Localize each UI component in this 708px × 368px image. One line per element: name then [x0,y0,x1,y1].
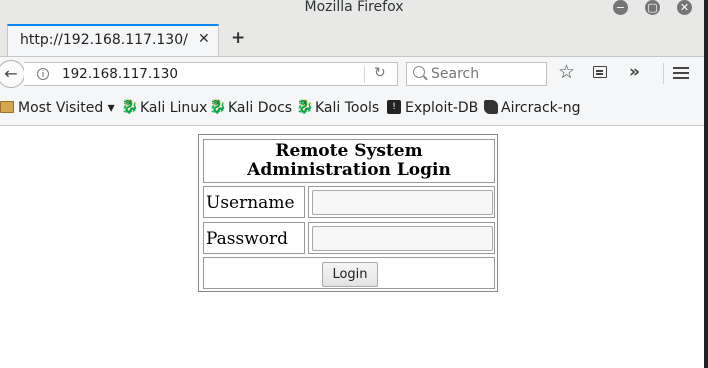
search-input[interactable]: Search [406,62,547,86]
aircrack-icon [484,100,498,114]
password-field-cell [308,222,495,254]
username-field[interactable] [312,190,493,215]
overflow-icon[interactable]: » [629,62,640,82]
toolbar-divider [663,63,664,84]
url-divider [364,66,365,83]
window-title: Mozilla Firefox [304,0,404,15]
bookmark-star-icon[interactable]: ☆ [558,61,575,83]
folder-icon [0,101,14,113]
minimize-icon[interactable]: − [613,0,628,15]
login-heading: Remote System Administration Login [203,139,495,183]
url-bar[interactable]: i 192.168.117.130 ↻ [24,62,398,86]
search-icon [413,66,425,78]
search-placeholder: Search [431,66,480,82]
username-field-cell [308,186,495,218]
password-label: Password [206,229,289,249]
tab-title: http://192.168.117.130/ [20,32,188,48]
kali-dragon-icon: 🐉 [209,99,227,115]
url-text[interactable]: 192.168.117.130 [62,66,178,82]
bookmarks-toolbar: Most Visited ▾ 🐉 Kali Linux 🐉 Kali Docs … [0,90,708,126]
back-icon[interactable]: ← [0,60,25,88]
maximize-icon[interactable]: ▢ [645,0,660,15]
username-label: Username [206,193,295,213]
page-content: Remote System Administration Login Usern… [0,126,704,368]
bookmark-kali-docs[interactable]: Kali Docs [228,100,292,116]
username-label-cell: Username [203,186,305,218]
nav-bar: ← i 192.168.117.130 ↻ Search ☆ » [0,57,708,90]
exploit-db-icon: ! [387,100,401,114]
kali-dragon-icon: 🐉 [296,99,314,115]
login-table: Remote System Administration Login Usern… [198,134,498,292]
info-icon[interactable]: i [37,68,49,80]
window-edge [704,0,708,368]
bookmark-most-visited[interactable]: Most Visited ▾ [18,100,115,116]
password-label-cell: Password [203,222,305,254]
tab-active[interactable]: http://192.168.117.130/ ✕ [7,24,219,56]
login-button[interactable]: Login [322,262,378,287]
bookmark-kali-tools[interactable]: Kali Tools [315,100,379,116]
password-field[interactable] [312,226,493,251]
reload-icon[interactable]: ↻ [374,65,386,81]
tab-strip: http://192.168.117.130/ ✕ + [0,20,708,57]
bookmark-aircrack-ng[interactable]: Aircrack-ng [501,100,581,116]
title-bar: Mozilla Firefox − ▢ ✕ [0,0,708,20]
close-tab-icon[interactable]: ✕ [198,31,210,47]
new-tab-icon[interactable]: + [231,28,245,48]
bookmark-exploit-db[interactable]: Exploit-DB [405,100,478,116]
bookmark-kali-linux[interactable]: Kali Linux [140,100,207,116]
hamburger-menu-icon[interactable] [673,67,689,69]
kali-dragon-icon: 🐉 [121,99,139,115]
close-window-icon[interactable]: ✕ [677,0,692,15]
login-button-cell: Login [203,257,495,289]
library-icon[interactable] [593,66,607,78]
